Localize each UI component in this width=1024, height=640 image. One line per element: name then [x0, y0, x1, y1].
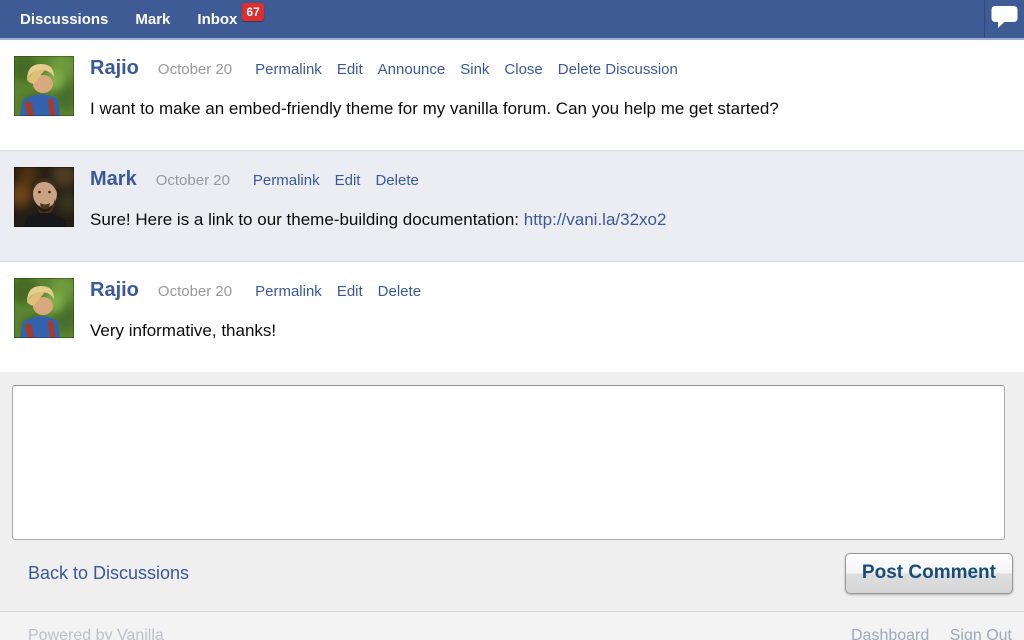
comment-date: October 20	[156, 169, 230, 193]
action-edit[interactable]: Edit	[337, 58, 363, 82]
comment-body: I want to make an embed-friendly theme f…	[90, 98, 1004, 120]
action-permalink[interactable]: Permalink	[253, 169, 320, 193]
topbar-nav: Discussions Mark Inbox 67	[0, 0, 264, 38]
nav-mark[interactable]: Mark	[135, 11, 170, 28]
nav-discussions[interactable]: Discussions	[20, 11, 108, 28]
avatar-mark[interactable]	[14, 167, 74, 227]
action-delete-discussion[interactable]: Delete Discussion	[558, 58, 678, 82]
comment-row: Mark October 20 Permalink Edit Delete Su…	[0, 150, 1024, 262]
topbar: Discussions Mark Inbox 67	[0, 0, 1024, 40]
comment-date: October 20	[158, 58, 232, 82]
comment-row: Rajio October 20 Permalink Edit Announce…	[0, 40, 1024, 150]
comment-form: Back to Discussions Post Comment	[0, 372, 1024, 611]
action-announce[interactable]: Announce	[378, 58, 446, 82]
comment-author[interactable]: Mark	[90, 167, 137, 191]
nav-inbox[interactable]: Inbox	[197, 11, 237, 28]
comment-date: October 20	[158, 280, 232, 304]
form-actions: Back to Discussions Post Comment	[0, 540, 1024, 611]
action-edit[interactable]: Edit	[337, 280, 363, 304]
action-permalink[interactable]: Permalink	[255, 58, 322, 82]
sign-out-link[interactable]: Sign Out	[950, 627, 1012, 640]
action-delete[interactable]: Delete	[375, 169, 418, 193]
comment-input[interactable]	[12, 385, 1005, 540]
action-sink[interactable]: Sink	[460, 58, 489, 82]
dashboard-link[interactable]: Dashboard	[851, 627, 929, 640]
comment-content: Rajio October 20 Permalink Edit Delete V…	[90, 278, 1004, 342]
comment-content: Mark October 20 Permalink Edit Delete Su…	[90, 167, 1004, 231]
chat-button[interactable]	[984, 0, 1024, 38]
speech-bubble-icon	[991, 5, 1018, 34]
footer-links: Dashboard Sign Out	[835, 627, 1012, 640]
inbox-count-badge: 67	[242, 3, 263, 21]
back-to-discussions-link[interactable]: Back to Discussions	[28, 563, 189, 584]
comment-author[interactable]: Rajio	[90, 278, 139, 302]
action-permalink[interactable]: Permalink	[255, 280, 322, 304]
action-edit[interactable]: Edit	[335, 169, 361, 193]
comment-author[interactable]: Rajio	[90, 56, 139, 80]
comment-content: Rajio October 20 Permalink Edit Announce…	[90, 56, 1004, 120]
action-close[interactable]: Close	[504, 58, 542, 82]
comment-body: Very informative, thanks!	[90, 320, 1004, 342]
comment-row: Rajio October 20 Permalink Edit Delete V…	[0, 262, 1024, 372]
documentation-link[interactable]: http://vani.la/32xo2	[524, 210, 667, 229]
avatar-rajio[interactable]	[14, 56, 74, 116]
post-comment-button[interactable]: Post Comment	[845, 553, 1013, 594]
powered-by-vanilla-link[interactable]: Powered by Vanilla	[28, 627, 164, 640]
avatar-rajio[interactable]	[14, 278, 74, 338]
comment-body: Sure! Here is a link to our theme-buildi…	[90, 209, 1004, 231]
footer: Powered by Vanilla Dashboard Sign Out	[0, 611, 1024, 640]
action-delete[interactable]: Delete	[378, 280, 421, 304]
